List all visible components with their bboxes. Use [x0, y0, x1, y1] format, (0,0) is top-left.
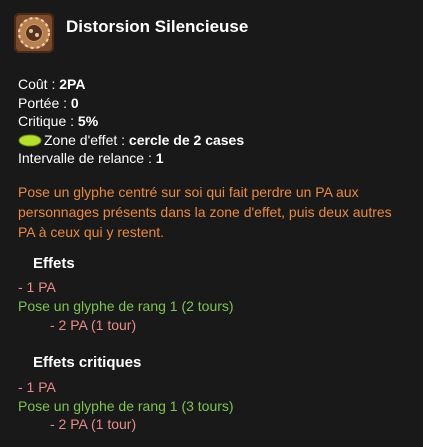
- critical-effects-heading: Effets critiques: [33, 354, 142, 371]
- stat-cooldown: Intervalle de relance : 1: [18, 149, 244, 168]
- effects-heading: Effets: [33, 255, 75, 272]
- critical-effect-glyph: Pose un glyphe de rang 1 (3 tours): [18, 398, 234, 414]
- stat-critical: Critique : 5%: [18, 112, 244, 131]
- stat-aoe-label: Zone d'effet :: [44, 131, 126, 148]
- critical-effect-ap-loss: - 1 PA: [18, 379, 56, 395]
- stat-range-label: Portée :: [18, 94, 68, 111]
- spell-stats: Coût : 2PA Portée : 0 Critique : 5% Zone…: [18, 75, 244, 168]
- critical-effect-glyph-ap-loss: - 2 PA (1 tour): [50, 416, 137, 432]
- stat-cooldown-value: 1: [155, 150, 164, 166]
- stat-range: Portée : 0: [18, 94, 244, 113]
- stat-area-of-effect: Zone d'effet : cercle de 2 cases: [18, 131, 244, 150]
- stat-critical-label: Critique :: [18, 113, 75, 129]
- area-of-effect-icon: [18, 133, 42, 146]
- spell-title: Distorsion Silencieuse: [66, 17, 249, 36]
- effect-glyph-ap-loss: - 2 PA (1 tour): [50, 317, 137, 333]
- spell-tooltip: Distorsion Silencieuse Coût : 2PA Portée…: [0, 0, 423, 447]
- stat-critical-value: 5%: [77, 113, 99, 129]
- effect-ap-loss: - 1 PA: [18, 279, 56, 295]
- spell-glyph-icon-graphic: [18, 17, 50, 49]
- stat-aoe-value: cercle de 2 cases: [128, 131, 245, 148]
- stat-cost: Coût : 2PA: [18, 75, 244, 94]
- stat-cooldown-label: Intervalle de relance :: [18, 150, 152, 166]
- effect-glyph: Pose un glyphe de rang 1 (2 tours): [18, 298, 234, 314]
- stat-range-value: 0: [70, 94, 79, 111]
- spell-glyph-icon: [14, 13, 54, 53]
- stat-cost-value: 2PA: [59, 76, 86, 92]
- spell-description: Pose un glyphe centré sur soi qui fait p…: [18, 184, 392, 240]
- stat-cost-label: Coût :: [18, 76, 56, 92]
